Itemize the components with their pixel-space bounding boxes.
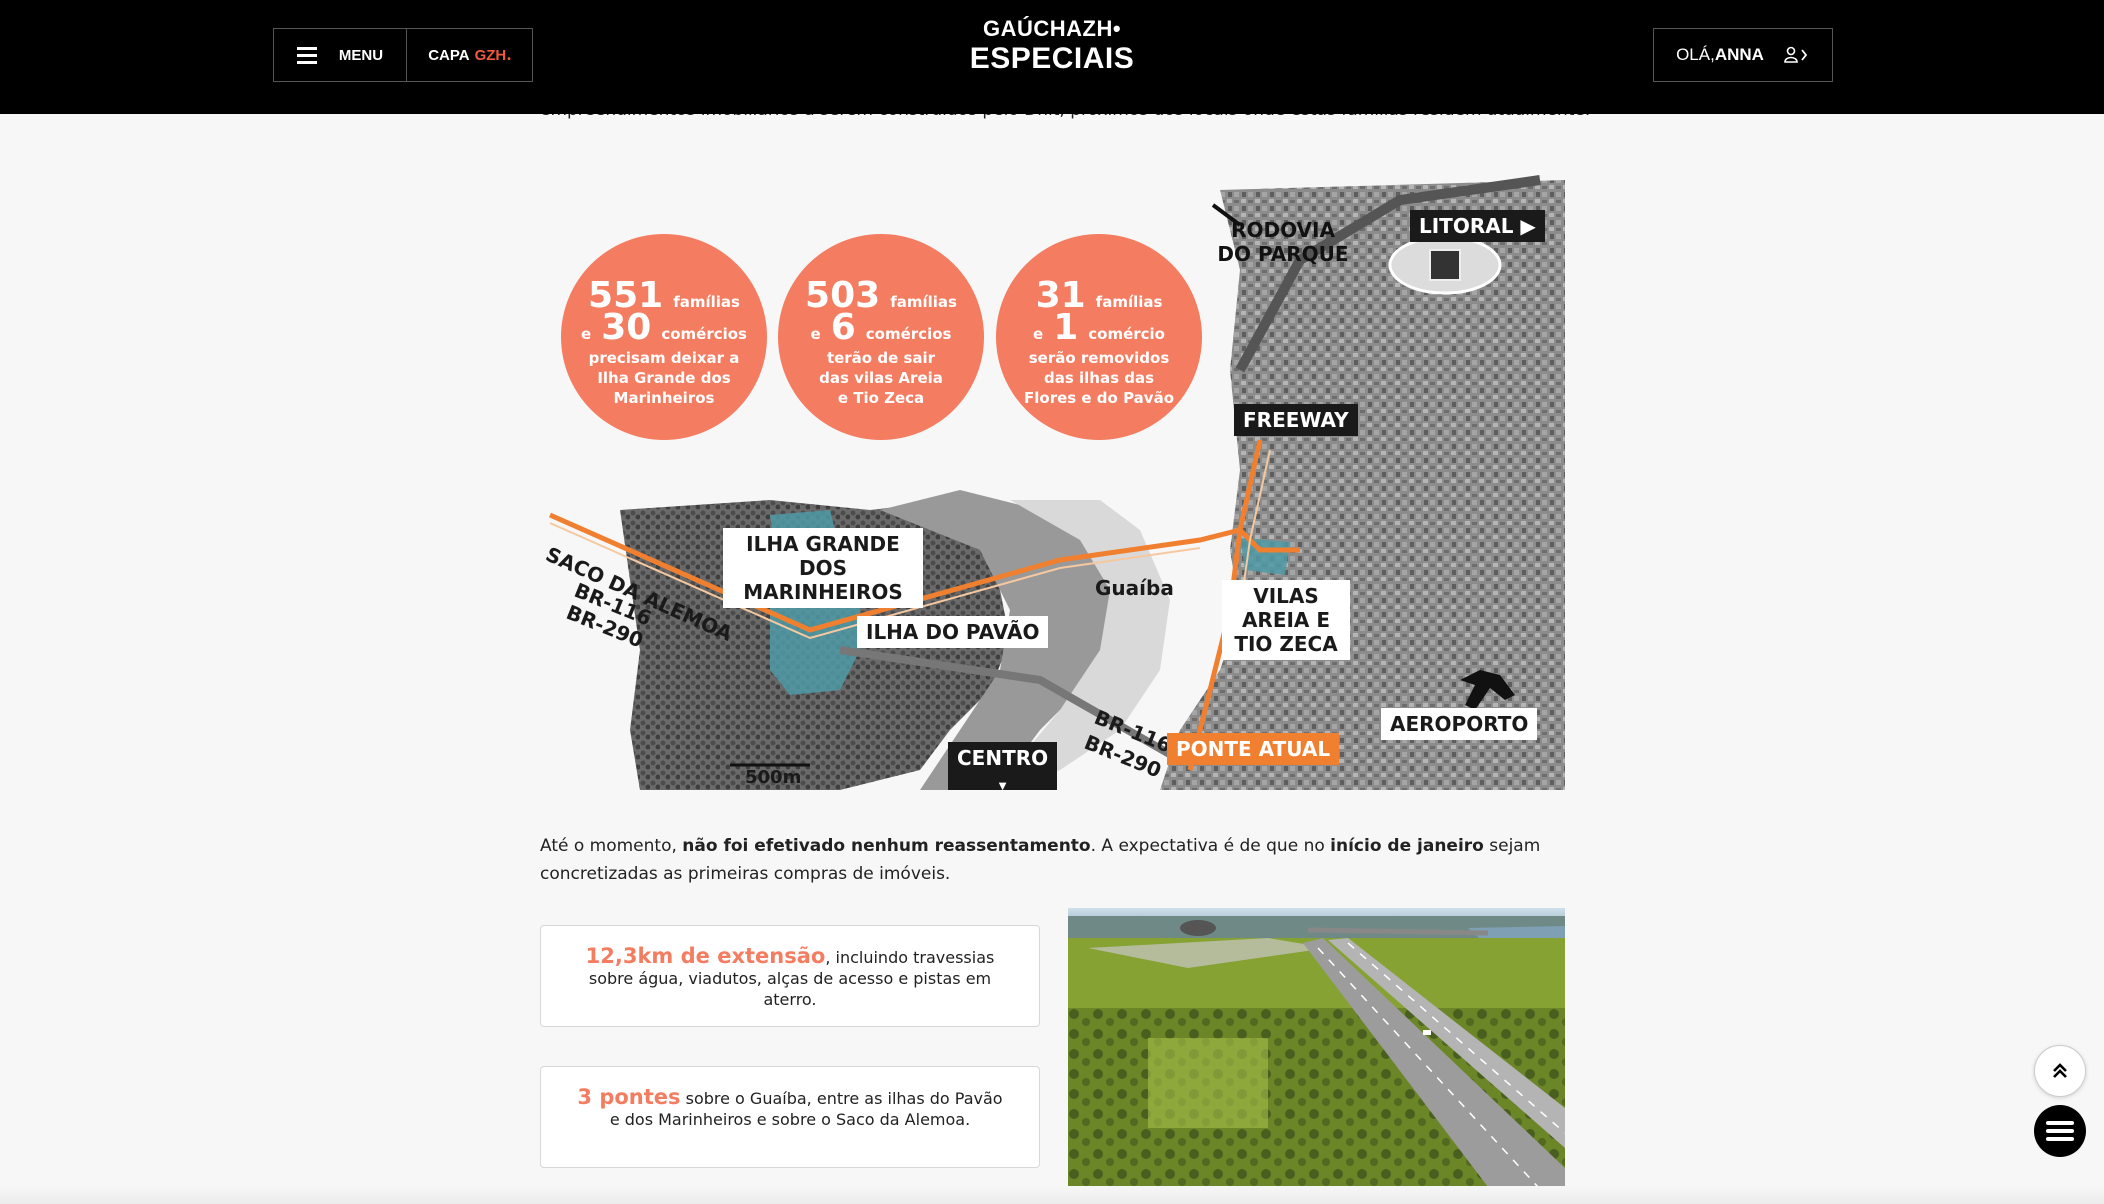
capa-dot: •	[507, 53, 511, 65]
stat-families-label: famílias	[890, 293, 957, 311]
stat-commerce-count: 1	[1053, 307, 1079, 348]
stat-circle-ilha-grande: 551 famílias e 30 comércios precisam dei…	[561, 234, 767, 440]
site-logo[interactable]: GAÚCHAZH• ESPECIAIS	[952, 16, 1152, 76]
stat-conj: e	[810, 325, 821, 343]
stat-commerce-label: comércios	[661, 325, 747, 343]
map-label-freeway: FREEWAY	[1234, 404, 1358, 436]
user-greeting: OLÁ,ANNA	[1676, 45, 1764, 64]
user-account-button[interactable]: OLÁ,ANNA	[1653, 28, 1833, 82]
map-label-vilas: VILAS AREIA E TIO ZECA	[1222, 580, 1350, 660]
menu-label: MENU	[338, 46, 384, 64]
user-icon	[1784, 46, 1808, 63]
stat-conj: e	[1033, 325, 1044, 343]
stat-description: terão de sair das vilas Areia e Tio Zeca	[819, 349, 943, 407]
stat-commerce-count: 6	[830, 307, 856, 348]
site-header: MENU CAPA GZH • GAÚCHAZH• ESPECIAIS OLÁ,A…	[0, 0, 2104, 114]
fact-highlight: 12,3km de extensão	[585, 944, 826, 968]
fact-box-extensao: 12,3km de extensão, incluindo travessias…	[540, 925, 1040, 1027]
nav-box: MENU CAPA GZH •	[273, 28, 533, 82]
map-label-litoral: LITORAL ▶	[1410, 210, 1545, 242]
stat-commerce-count: 30	[601, 307, 652, 348]
map-label-guaiba: Guaíba	[1095, 576, 1174, 600]
map-label-ilha-grande: ILHA GRANDE DOS MARINHEIROS	[723, 528, 923, 608]
map-label-centro: CENTRO ▼	[948, 742, 1058, 790]
map-scale-label: 500m	[745, 767, 802, 788]
user-name: ANNA	[1714, 45, 1764, 64]
capa-brand: GZH	[474, 46, 507, 64]
stat-families-label: famílias	[673, 293, 740, 311]
stat-commerce-label: comércios	[865, 325, 952, 343]
stat-commerce-label: comércio	[1088, 325, 1165, 343]
body-paragraph: Até o momento, não foi efetivado nenhum …	[540, 836, 1541, 884]
stat-description: serão removidos das ilhas das Flores e d…	[1024, 349, 1174, 407]
fact-box-pontes: 3 pontes sobre o Guaíba, entre as ilhas …	[540, 1066, 1040, 1168]
menu-icon	[2046, 1121, 2074, 1141]
logo-gauchazh: GAÚCHAZH•	[982, 16, 1122, 41]
map-label-aeroporto: AEROPORTO	[1381, 708, 1538, 740]
floating-menu-button[interactable]	[2034, 1105, 2086, 1157]
map-infographic: 551 famílias e 30 comércios precisam dei…	[540, 170, 1565, 790]
capa-label: CAPA	[428, 46, 470, 64]
stat-families-label: famílias	[1095, 293, 1163, 311]
stat-conj: e	[581, 325, 592, 343]
stat-circle-vilas: 503 famílias e 6 comércios terão de sair…	[778, 234, 984, 440]
map-label-ponte-atual: PONTE ATUAL	[1167, 733, 1340, 765]
fact-highlight: 3 pontes	[577, 1085, 681, 1109]
scroll-to-top-button[interactable]	[2034, 1045, 2086, 1097]
capa-gzh-link[interactable]: CAPA GZH •	[407, 29, 532, 81]
bridge-render-image	[1068, 908, 1565, 1187]
menu-button[interactable]: MENU	[274, 29, 407, 81]
hamburger-icon	[296, 46, 317, 64]
bottom-edge	[0, 1186, 2104, 1204]
logo-especiais: ESPECIAIS	[969, 42, 1135, 75]
map-label-rodovia: RODOVIA DO PARQUE	[1217, 218, 1349, 266]
stat-circle-ilhas: 31 famílias e 1 comércio serão removidos…	[996, 234, 1202, 440]
double-chevron-up-icon	[2053, 1063, 2067, 1078]
stat-description: precisam deixar a Ilha Grande dos Marinh…	[588, 349, 740, 407]
map-label-ilha-pavao: ILHA DO PAVÃO	[857, 616, 1049, 648]
